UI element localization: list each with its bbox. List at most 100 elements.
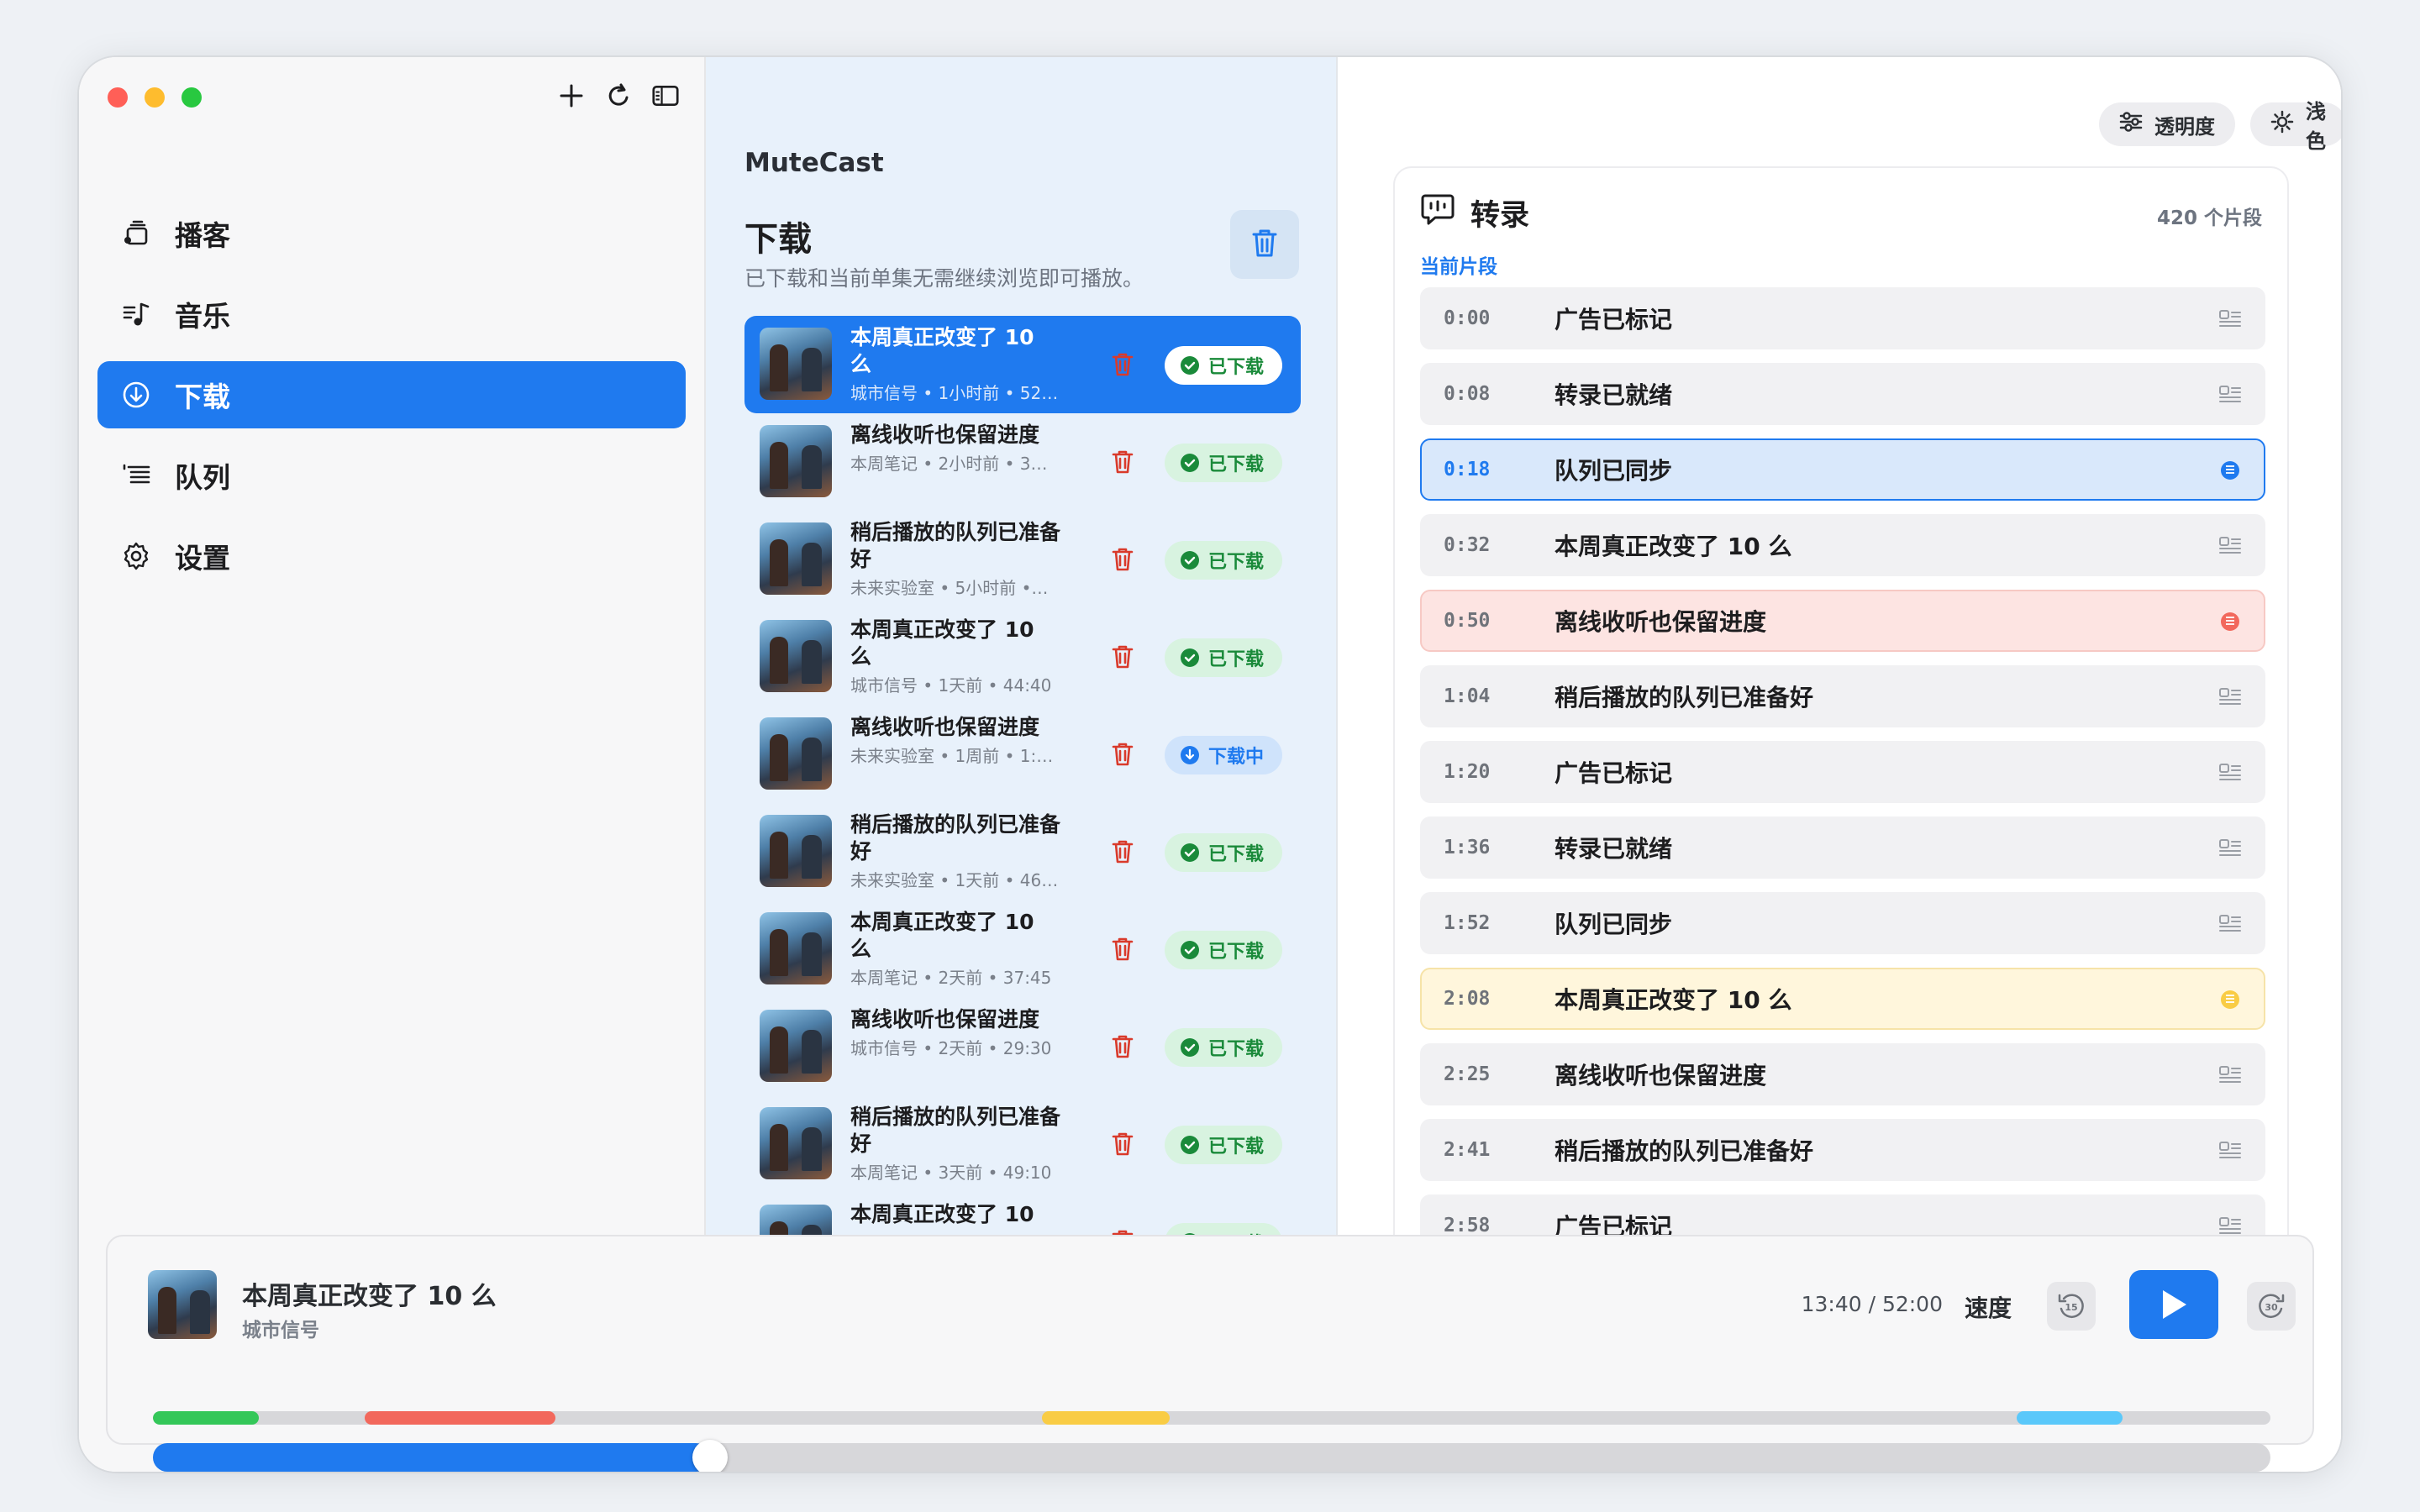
sidebar-item-music[interactable]: 音乐 [97,281,686,348]
skip-forward-button[interactable]: 30 [2247,1282,2296,1331]
opacity-button[interactable]: 透明度 [2099,102,2235,146]
delete-episode-button[interactable] [1107,349,1138,380]
theme-button[interactable]: 浅色 [2250,100,2341,153]
transcript-segment[interactable]: 2:25 离线收听也保留进度 [1420,1043,2265,1105]
app-name: MuteCast [744,148,884,178]
transcript-segment[interactable]: 1:20 广告已标记 [1420,741,2265,803]
delete-episode-button[interactable] [1107,837,1138,867]
chapter-markers[interactable] [153,1411,2270,1425]
episode-title: 稍后播放的队列已准备好 [850,812,1060,864]
transcript-segment[interactable]: 0:08 转录已就绪 [1420,363,2265,425]
segment-time: 1:36 [1444,837,1491,858]
podcast-icon [119,217,153,250]
sidebar-item-settings[interactable]: 设置 [97,522,686,590]
text-lines-icon [2219,310,2241,327]
trash-icon [1112,450,1134,474]
page-subtitle: 已下载和当前单集无需继续浏览即可播放。 [744,266,1144,291]
text-lines-icon [2219,1066,2241,1083]
episode-row[interactable]: 本周真正改变了 10 么 城市信号 • 1天前 • 44:40 已下载 [744,608,1301,706]
transcript-segment[interactable]: 1:04 稍后播放的队列已准备好 [1420,665,2265,727]
delete-episode-button[interactable] [1107,1032,1138,1062]
sidebar-item-podcasts[interactable]: 播客 [97,200,686,267]
episode-text: 本周真正改变了 10 么 城市信号 • 1天前 • 44:40 [850,617,1060,696]
chapter-marker[interactable] [2016,1411,2123,1425]
progress-knob[interactable] [692,1440,728,1472]
segment-text: 广告已标记 [1555,759,1673,787]
plus-icon[interactable] [558,81,585,111]
segment-action[interactable] [2218,610,2242,633]
episode-artwork [760,717,832,790]
episode-row[interactable]: 离线收听也保留进度 城市信号 • 2天前 • 29:30 已下载 [744,998,1301,1095]
segment-action[interactable] [2218,685,2242,709]
skip-back-button[interactable]: 15 [2047,1282,2096,1331]
segment-action[interactable] [2218,1063,2242,1087]
chapter-marker[interactable] [153,1411,259,1425]
sidebar-toggle-icon[interactable] [652,81,679,111]
episode-row[interactable]: 稍后播放的队列已准备好 未来实验室 • 5小时前 •… 已下载 [744,511,1301,608]
transcript-segment[interactable]: 0:32 本周真正改变了 10 么 [1420,514,2265,576]
episode-row[interactable]: 稍后播放的队列已准备好 未来实验室 • 1天前 • 46… 已下载 [744,803,1301,900]
episode-artwork [760,328,832,400]
segment-action[interactable] [2218,988,2242,1011]
sidebar-item-queue[interactable]: 队列 [97,442,686,509]
zoom-window-button[interactable] [182,87,202,108]
episode-title: 本周真正改变了 10 么 [850,617,1034,669]
delete-episode-button[interactable] [1107,447,1138,477]
episode-text: 本周真正改变了 10 么 城市信号 • 1小时前 • 52… [850,324,1060,404]
delete-all-button[interactable] [1230,210,1299,279]
segment-action[interactable] [2218,912,2242,936]
speed-button[interactable]: 速度 [1965,1290,2012,1324]
sidebar-item-downloads[interactable]: 下载 [97,361,686,428]
segment-action[interactable] [2218,383,2242,407]
chapter-marker[interactable] [365,1411,555,1425]
delete-episode-button[interactable] [1107,739,1138,769]
segment-action[interactable] [2218,761,2242,785]
theme-label: 浅色 [2306,100,2326,153]
chapter-marker[interactable] [1042,1411,1170,1425]
trash-icon [1112,743,1134,766]
transcript-segment[interactable]: 0:50 离线收听也保留进度 [1420,590,2265,652]
delete-episode-button[interactable] [1107,934,1138,964]
episode-row[interactable]: 本周真正改变了 10 么 城市信号 • 1小时前 • 52… 已下载 [744,316,1301,413]
now-playing-artwork [148,1270,217,1339]
episode-row[interactable]: 离线收听也保留进度 未来实验室 • 1周前 • 1:… 下载中 [744,706,1301,803]
episode-title: 稍后播放的队列已准备好 [850,520,1060,571]
close-window-button[interactable] [108,87,128,108]
segment-action[interactable] [2218,307,2242,331]
segment-text: 转录已就绪 [1555,381,1673,409]
transcript-segment[interactable]: 0:18 队列已同步 [1420,438,2265,501]
episode-meta: 未来实验室 • 5小时前 •… [850,578,1049,598]
segment-text: 稍后播放的队列已准备好 [1555,1137,1814,1165]
check-circle-icon [1180,1135,1200,1155]
trash-icon [1112,645,1134,669]
download-status-label: 已下载 [1208,649,1265,670]
transcript-segment[interactable]: 2:08 本周真正改变了 10 么 [1420,968,2265,1030]
episode-row[interactable]: 稍后播放的队列已准备好 本周笔记 • 3天前 • 49:10 已下载 [744,1095,1301,1193]
segment-action[interactable] [2218,459,2242,482]
segment-action[interactable] [2218,1139,2242,1163]
segment-time: 0:00 [1444,307,1491,329]
delete-episode-button[interactable] [1107,642,1138,672]
segment-action[interactable] [2218,534,2242,558]
episode-row[interactable]: 本周真正改变了 10 么 本周笔记 • 2天前 • 37:45 已下载 [744,900,1301,998]
segment-action[interactable] [2218,837,2242,860]
transcript-segment[interactable]: 0:00 广告已标记 [1420,287,2265,349]
transcript-segment[interactable]: 2:41 稍后播放的队列已准备好 [1420,1119,2265,1181]
transcript-header: 转录 [1420,192,1529,234]
episode-row[interactable]: 离线收听也保留进度 本周笔记 • 2小时前 • 3… 已下载 [744,413,1301,511]
delete-episode-button[interactable] [1107,544,1138,575]
sidebar-toolbar [558,81,679,111]
play-button[interactable] [2129,1270,2218,1339]
refresh-icon[interactable] [605,81,632,111]
minimize-window-button[interactable] [145,87,165,108]
delete-episode-button[interactable] [1107,1129,1138,1159]
download-status-badge: 已下载 [1165,444,1283,482]
skip-forward-icon: 30 [2259,1294,2285,1318]
transcript-segment[interactable]: 1:52 队列已同步 [1420,892,2265,954]
text-lines-icon [2219,915,2241,932]
check-circle-icon [1180,550,1200,570]
progress-slider[interactable] [153,1440,2270,1472]
current-segment-label[interactable]: 当前片段 [1420,250,1497,279]
transcript-segment[interactable]: 1:36 转录已就绪 [1420,816,2265,879]
episode-meta: 本周笔记 • 2小时前 • 3… [850,454,1048,474]
